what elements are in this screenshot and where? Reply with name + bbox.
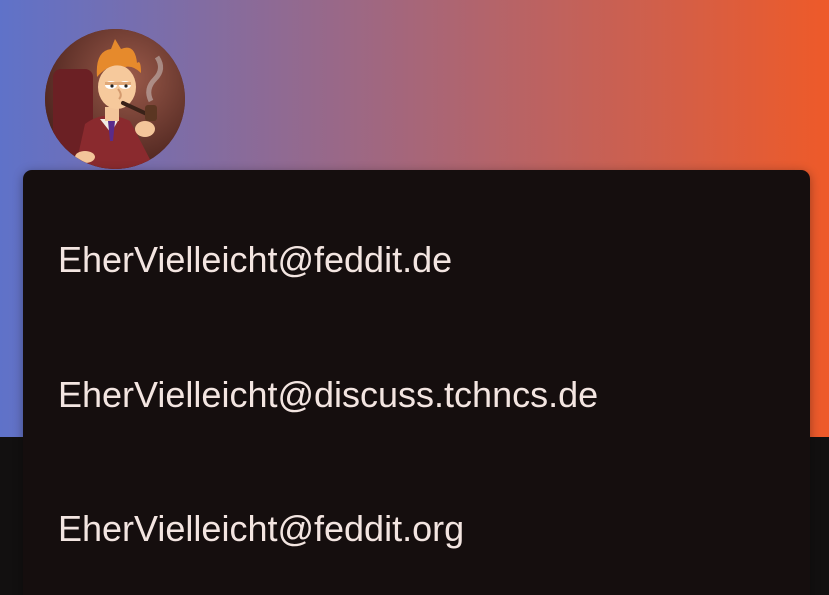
account-label: EherVielleicht@feddit.org — [58, 508, 465, 549]
account-label: EherVielleicht@discuss.tchncs.de — [58, 374, 599, 415]
account-item-feddit-de[interactable]: EherVielleicht@feddit.de — [23, 193, 810, 327]
account-switcher-menu: EherVielleicht@feddit.de EherVielleicht@… — [23, 170, 810, 595]
account-item-feddit-org[interactable]: EherVielleicht@feddit.org — [23, 462, 810, 595]
app-screen: EherVielleicht@feddit.de EherVielleicht@… — [0, 0, 829, 595]
account-item-discuss-tchncs-de[interactable]: EherVielleicht@discuss.tchncs.de — [23, 328, 810, 462]
user-avatar-icon[interactable] — [45, 29, 185, 169]
account-label: EherVielleicht@feddit.de — [58, 239, 453, 280]
